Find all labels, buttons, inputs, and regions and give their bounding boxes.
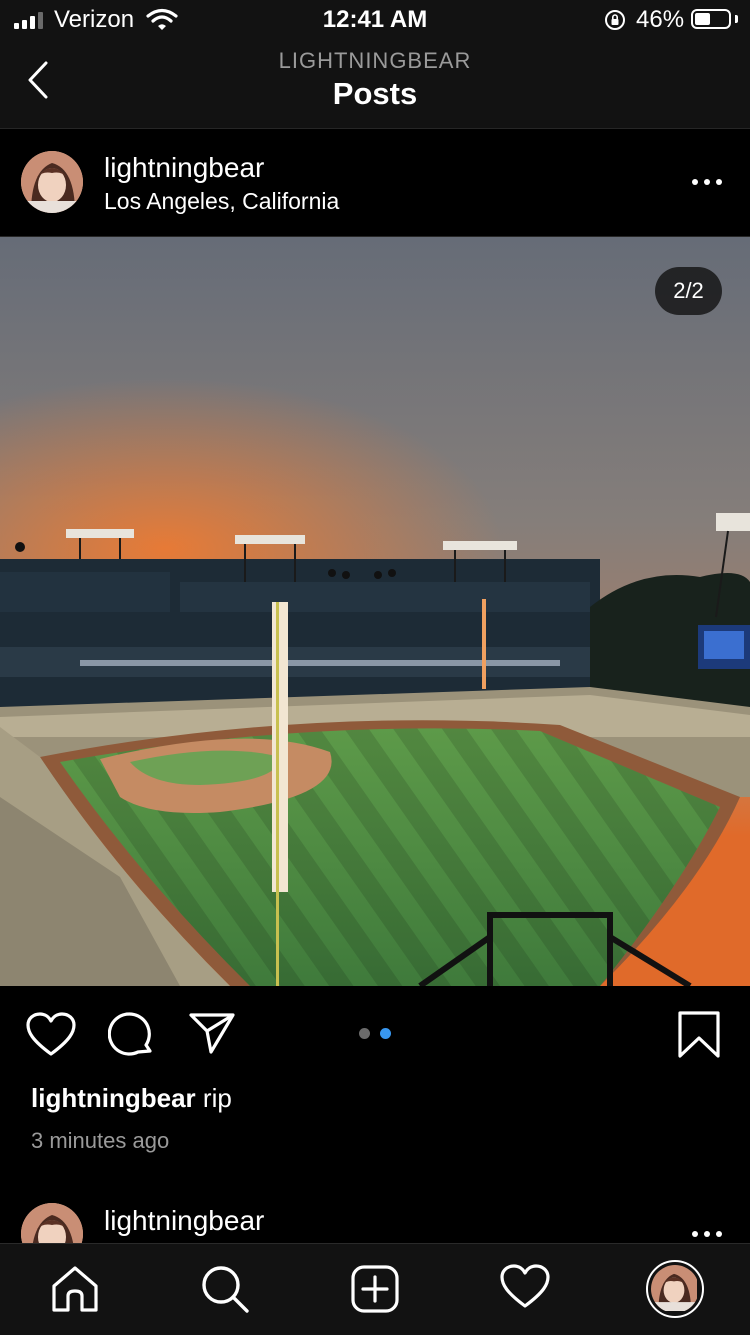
share-icon[interactable] <box>188 1011 236 1055</box>
comment-icon[interactable] <box>108 1011 156 1059</box>
search-icon[interactable] <box>200 1264 250 1314</box>
more-options-icon[interactable] <box>692 1231 722 1237</box>
avatar[interactable] <box>21 151 83 213</box>
profile-username-heading: LIGHTNINGBEAR <box>278 48 472 73</box>
battery-icon <box>691 9 731 29</box>
post-photo[interactable] <box>0 237 750 986</box>
battery-cap <box>735 15 738 23</box>
post-location[interactable]: Los Angeles, California <box>104 188 339 215</box>
avatar <box>651 1265 699 1313</box>
caption: lightningbear rip <box>31 1083 232 1114</box>
caption-text: rip <box>202 1083 232 1113</box>
next-post-username[interactable]: lightningbear <box>104 1205 264 1237</box>
bookmark-icon[interactable] <box>678 1011 720 1059</box>
battery-percentage: 46% <box>636 6 685 33</box>
add-post-icon[interactable] <box>350 1264 400 1314</box>
home-icon[interactable] <box>50 1264 100 1314</box>
caption-username[interactable]: lightningbear <box>31 1083 196 1113</box>
page-title: Posts <box>332 76 418 111</box>
post-timestamp: 3 minutes ago <box>31 1128 170 1153</box>
orientation-lock-icon <box>605 10 625 30</box>
carousel-dot-active <box>380 1028 391 1039</box>
profile-tab-avatar[interactable] <box>646 1260 704 1318</box>
carousel-dot <box>359 1028 370 1039</box>
heart-icon[interactable] <box>500 1264 550 1310</box>
media-counter: 2/2 <box>655 267 722 315</box>
battery-level <box>695 13 710 25</box>
heart-icon[interactable] <box>26 1012 76 1058</box>
post-username[interactable]: lightningbear <box>104 152 264 184</box>
more-options-icon[interactable] <box>692 179 722 185</box>
